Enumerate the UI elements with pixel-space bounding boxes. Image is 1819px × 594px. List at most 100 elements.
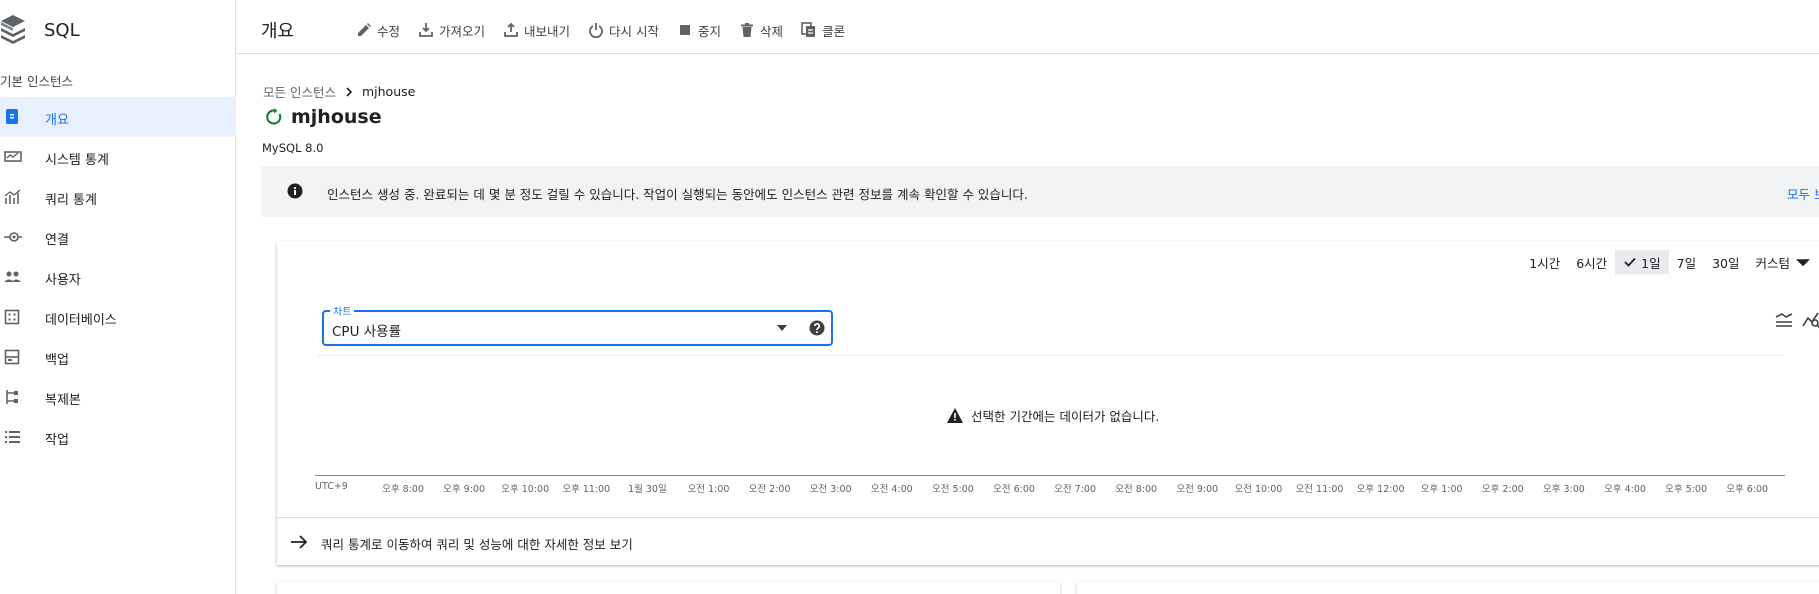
x-axis-tick: 오전 7:00 [1054,484,1097,495]
backup-icon [4,349,20,365]
time-range-label: 6시간 [1576,255,1608,271]
time-range-label: 1시간 [1529,255,1561,271]
time-range-selector: 1시간 6시간 1일 7일 30일 커스텀 [1521,250,1819,274]
chart-tools [1766,310,1819,330]
warning-icon [947,408,963,423]
sidebar-item-overview[interactable]: 개요 [0,97,236,137]
chart-divider [317,355,1784,356]
sidebar-item-backups[interactable]: 백업 [0,337,236,377]
sidebar-item-label: 작업 [45,433,69,448]
x-axis-tick: 1월 30일 [628,484,667,495]
x-axis-tick: 오후 12:00 [1356,484,1405,495]
time-range-1h[interactable]: 1시간 [1521,250,1568,274]
page-title: 개요 [261,21,295,42]
sidebar-item-operations[interactable]: 작업 [0,417,236,457]
edit-button[interactable]: 수정 [352,12,414,48]
breadcrumb-all-instances[interactable]: 모든 인스턴스 [263,82,336,101]
compare-lines-icon[interactable] [1774,310,1794,330]
banner-view-all-link[interactable]: 모두 보기 [1787,184,1819,203]
sidebar-item-system-insights[interactable]: 시스템 통계 [0,137,236,177]
x-axis-tick: 오전 3:00 [809,484,852,495]
sidebar-item-replicas[interactable]: 복제본 [0,377,236,417]
explore-chart-icon[interactable] [1802,310,1819,330]
x-axis: UTC+9 오후 8:00 오후 9:00 오후 10:00 오후 11:00 1월 3… [315,481,1785,495]
time-range-label: 1일 [1641,255,1661,271]
users-icon [4,271,21,282]
time-range-1d[interactable]: 1일 [1615,250,1669,274]
banner-text: 인스턴스 생성 중. 완료되는 데 몇 분 정도 걸릴 수 있습니다. 작업이 … [327,187,1028,202]
edit-button-label: 수정 [377,23,401,39]
time-range-6h[interactable]: 6시간 [1568,250,1615,274]
time-range-7d[interactable]: 7일 [1669,250,1704,274]
time-range-label: 7일 [1676,255,1697,271]
info-icon [287,183,303,199]
pencil-icon [358,23,371,36]
card-placeholder-right [1077,582,1819,594]
x-axis-tick: 오전 6:00 [993,484,1035,495]
chart-select-label: 차트 [330,303,355,318]
help-icon[interactable] [809,320,825,336]
sidebar-item-label: 쿼리 통계 [45,193,97,208]
breadcrumb: 모든 인스턴스 mjhouse [263,82,415,101]
chart-select-value: CPU 사용률 [332,324,401,340]
restart-button[interactable]: 다시 시작 [584,12,673,48]
sidebar: SQL 기본 인스턴스 개요 시스템 통계 쿼리 통계 연결 사용자 데이터베이… [0,0,236,594]
x-axis-tick: 오전 11:00 [1295,484,1344,495]
delete-button[interactable]: 삭제 [735,12,797,48]
query-insights-link-text: 쿼리 통계로 이동하여 쿼리 및 성능에 대한 자세한 정보 보기 [321,537,633,552]
x-axis-tick: 오전 2:00 [748,484,791,495]
sidebar-item-connections[interactable]: 연결 [0,217,236,257]
trash-icon [741,23,754,37]
export-button-label: 내보내기 [524,23,571,39]
time-range-custom[interactable]: 커스텀 [1747,250,1819,274]
sidebar-item-label: 시스템 통계 [45,153,109,168]
chart-select[interactable]: 차트 CPU 사용률 [322,303,833,346]
sql-logo-icon [1,15,25,44]
delete-button-label: 삭제 [760,23,784,39]
time-range-label: 커스텀 [1755,255,1790,271]
toolbar: 수정 가져오기 내보내기 다시 시작 중지 삭제 클론 [352,6,859,54]
restart-button-label: 다시 시작 [609,23,660,39]
export-button[interactable]: 내보내기 [499,12,584,48]
x-axis-tick: 오후 2:00 [1481,484,1524,495]
list-icon [5,431,20,443]
sidebar-item-label: 복제본 [45,393,81,408]
monitor-icon [4,151,22,162]
clone-button-label: 클론 [822,23,846,39]
sidebar-item-query-insights[interactable]: 쿼리 통계 [0,177,236,217]
time-range-label: 30일 [1712,255,1740,271]
sidebar-item-users[interactable]: 사용자 [0,257,236,297]
database-version: MySQL 8.0 [262,141,324,155]
stop-button[interactable]: 중지 [673,12,735,48]
status-in-progress-icon [266,108,282,125]
sidebar-item-databases[interactable]: 데이터베이스 [0,297,236,337]
x-axis-tick: 오후 6:00 [1726,484,1769,495]
x-axis-tick: 오전 5:00 [931,484,974,495]
database-icon [4,309,20,325]
check-icon [1624,257,1636,267]
query-insights-link[interactable]: 쿼리 통계로 이동하여 쿼리 및 성능에 대한 자세한 정보 보기 [277,517,1819,565]
power-icon [589,23,603,38]
sidebar-section-label: 기본 인스턴스 [0,74,73,89]
breadcrumb-current: mjhouse [361,84,416,99]
x-axis-tick: 오후 9:00 [443,484,486,495]
x-axis-line [315,475,1785,476]
app-title: SQL [44,20,80,41]
app-root: SQL 기본 인스턴스 개요 시스템 통계 쿼리 통계 연결 사용자 데이터베이… [0,0,1819,594]
import-button-label: 가져오기 [439,23,486,39]
card-placeholder-left [277,582,1060,594]
import-button[interactable]: 가져오기 [414,12,499,48]
page-header: 개요 수정 가져오기 내보내기 다시 시작 중지 삭제 클론 [236,6,1819,54]
stop-icon [680,25,691,35]
sidebar-nav: 개요 시스템 통계 쿼리 통계 연결 사용자 데이터베이스 백업 복제본 작업 [0,97,236,457]
time-range-30d[interactable]: 30일 [1704,250,1747,274]
sidebar-item-label: 백업 [45,353,69,368]
chevron-right-icon [346,86,353,97]
clone-icon [801,22,816,37]
x-axis-tick: 오후 10:00 [501,484,550,495]
sidebar-item-label: 데이터베이스 [45,313,117,328]
no-data-text: 선택한 기간에는 데이터가 없습니다. [971,409,1160,424]
clone-button[interactable]: 클론 [797,12,859,48]
sidebar-item-label: 사용자 [45,273,81,288]
sidebar-item-label: 개요 [45,113,69,128]
